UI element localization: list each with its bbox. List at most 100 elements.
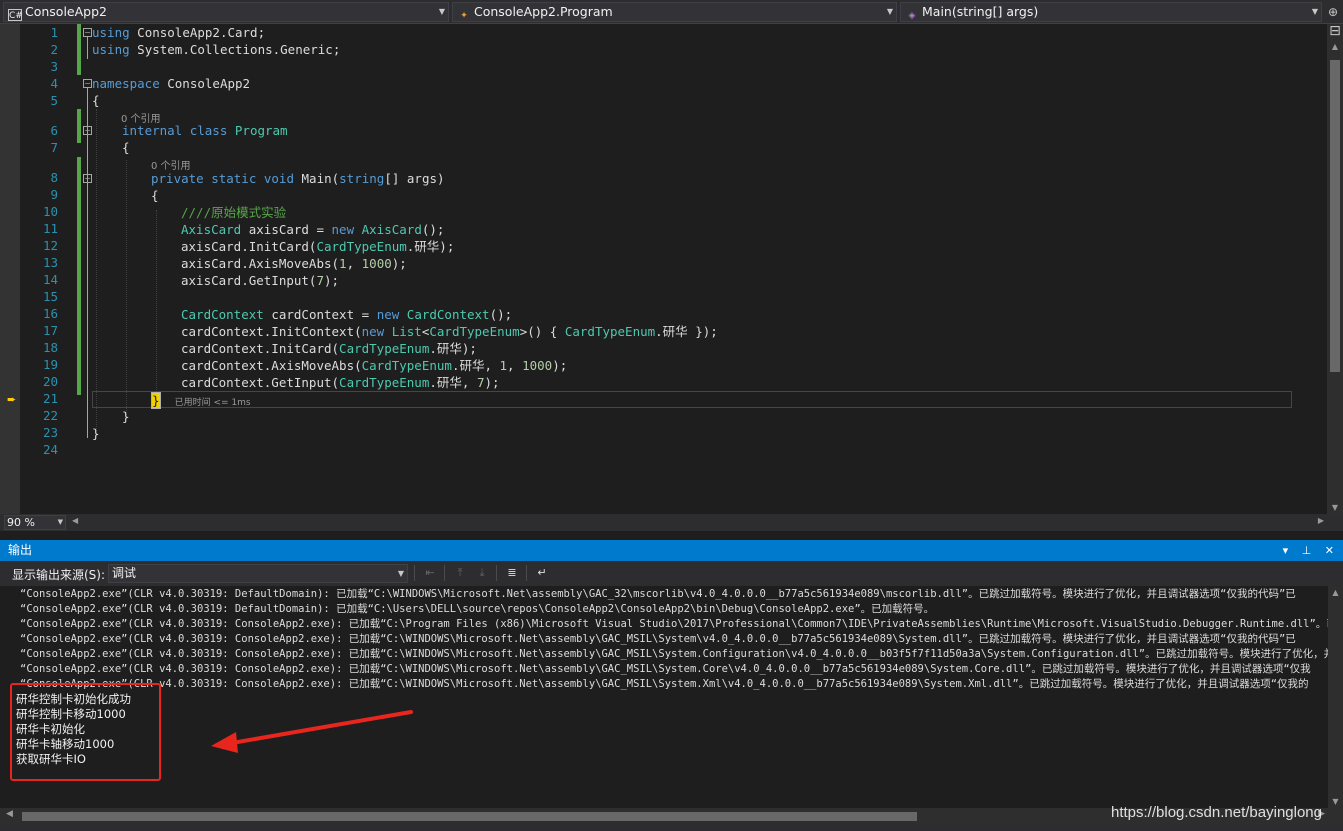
output-lines: “ConsoleApp2.exe”(CLR v4.0.30319: Defaul… [16, 587, 1328, 767]
output-toolbar: 显示输出来源(S): 调试 ▼ ⇤ ⤒ ⤓ ≣ ↵ [0, 561, 1343, 586]
code-line-18: cardContext.InitCard(CardTypeEnum.研华); [181, 341, 477, 356]
scroll-down-icon[interactable]: ▼ [1328, 797, 1343, 806]
code-line-7: { [122, 140, 130, 155]
output-pane-title: 输出 ▾ ⊥ ✕ [0, 540, 1343, 561]
line-number: 6 [50, 123, 58, 138]
output-log-line: “ConsoleApp2.exe”(CLR v4.0.30319: Defaul… [20, 588, 1296, 600]
collapse-toggle-icon[interactable]: − [83, 79, 92, 88]
code-line-11: AxisCard axisCard = new AxisCard(); [181, 222, 445, 237]
line-number: 13 [42, 255, 58, 270]
next-message-icon[interactable]: ⤓ [474, 566, 490, 580]
output-log-line: “ConsoleApp2.exe”(CLR v4.0.30319: Consol… [20, 663, 1311, 675]
code-line-1: using ConsoleApp2.Card; [92, 25, 266, 40]
outline-line [87, 88, 88, 438]
word-wrap-icon[interactable]: ↵ [534, 566, 550, 580]
scroll-down-icon[interactable]: ▼ [1327, 503, 1343, 512]
line-number: 2 [50, 42, 58, 57]
zoom-select[interactable]: 90 % ▼ [4, 515, 66, 530]
code-line-23: } [92, 426, 100, 441]
output-title-label: 输出 [8, 543, 33, 557]
current-statement-arrow-icon: ➨ [7, 393, 17, 406]
clear-all-icon[interactable]: ≣ [504, 566, 520, 580]
line-number: 7 [50, 140, 58, 155]
zoom-bar: 90 % ▼ ◀ ▶ [0, 514, 1343, 531]
outline-line [87, 37, 88, 59]
code-text[interactable]: using ConsoleApp2.Card; using System.Col… [92, 24, 1292, 441]
program-output-line: 研华卡轴移动1000 [16, 737, 115, 751]
output-source-value: 调试 [112, 566, 137, 580]
code-line-8: private static void Main(string[] args) [151, 171, 445, 186]
code-line-10: ////原始模式实验 [181, 205, 287, 220]
watermark-text: https://blog.csdn.net/bayinglong [1111, 804, 1322, 821]
line-number: 24 [42, 442, 58, 457]
output-log-line: “ConsoleApp2.exe”(CLR v4.0.30319: Consol… [20, 633, 1296, 645]
line-number: 18 [42, 340, 58, 355]
output-log-line: “ConsoleApp2.exe”(CLR v4.0.30319: Consol… [20, 678, 1309, 690]
program-output-line: 研华卡初始化 [16, 722, 85, 736]
output-source-select[interactable]: 调试 ▼ [108, 564, 408, 583]
line-number: 22 [42, 408, 58, 423]
perf-tip[interactable]: 已用时间 <= 1ms [175, 398, 251, 408]
class-dropdown-label: ConsoleApp2.Program [474, 4, 613, 19]
line-number: 16 [42, 306, 58, 321]
code-line-22: } [122, 409, 130, 424]
chevron-down-icon: ▼ [57, 518, 63, 526]
find-message-in-code-icon[interactable]: ⇤ [422, 566, 438, 580]
pane-window-buttons[interactable]: ▾ ⊥ ✕ [1283, 540, 1339, 561]
zoom-value: 90 % [7, 516, 35, 529]
code-line-12: axisCard.InitCard(CardTypeEnum.研华); [181, 239, 455, 254]
change-bar [77, 157, 81, 395]
line-number: 15 [42, 289, 58, 304]
code-line-21-current: } 已用时间 <= 1ms [92, 391, 1292, 409]
code-editor[interactable]: ➨ 1 2 3 4 5 6 7 8 9 10 11 12 13 14 15 16 17 18 19 20 21 22 23 2… [0, 24, 1327, 514]
code-line-16: CardContext cardContext = new CardContex… [181, 307, 513, 322]
line-number: 1 [50, 25, 58, 40]
method-icon: ◈ [908, 11, 916, 21]
chevron-down-icon: ▼ [1311, 7, 1318, 16]
code-line-13: axisCard.AxisMoveAbs(1, 1000); [181, 256, 407, 271]
indicator-margin [0, 24, 20, 514]
line-number: 19 [42, 357, 58, 372]
code-line-19: cardContext.AxisMoveAbs(CardTypeEnum.研华,… [181, 358, 568, 373]
code-line-5: { [92, 93, 100, 108]
collapse-toggle-icon[interactable]: − [83, 28, 92, 37]
line-number: 9 [50, 187, 58, 202]
scrollbar-thumb[interactable] [22, 812, 917, 821]
line-number: 12 [42, 238, 58, 253]
class-icon: ✦ [460, 11, 468, 21]
code-line-14: axisCard.GetInput(7); [181, 273, 340, 288]
class-dropdown[interactable]: ✦ ConsoleApp2.Program ▼ [452, 2, 897, 22]
scroll-right-icon[interactable]: ▶ [1318, 516, 1324, 525]
split-window-icon[interactable]: ⊟ [1327, 24, 1343, 38]
editor-vertical-scrollbar[interactable]: ⊟ ▲ ▼ [1327, 24, 1343, 514]
project-dropdown-label: ConsoleApp2 [25, 4, 107, 19]
navigation-bar: C# ConsoleApp2 ▼ ✦ ConsoleApp2.Program ▼ ◈… [0, 0, 1343, 24]
scroll-up-icon[interactable]: ▲ [1328, 588, 1343, 597]
program-output-line: 研华控制卡初始化成功 [16, 692, 131, 706]
chevron-down-icon: ▼ [886, 7, 893, 16]
code-line-17: cardContext.InitContext(new List<CardTyp… [181, 324, 718, 339]
line-number: 10 [42, 204, 58, 219]
output-text-area[interactable]: “ConsoleApp2.exe”(CLR v4.0.30319: Defaul… [6, 586, 1328, 808]
line-number: 23 [42, 425, 58, 440]
scroll-left-icon[interactable]: ◀ [6, 809, 13, 819]
code-line-6: internal class Program [122, 123, 288, 138]
output-log-line: “ConsoleApp2.exe”(CLR v4.0.30319: Defaul… [20, 603, 935, 615]
scroll-left-icon[interactable]: ◀ [72, 516, 78, 525]
scrollbar-thumb[interactable] [1330, 60, 1340, 372]
output-vertical-scrollbar[interactable]: ▲ ▼ [1328, 586, 1343, 808]
line-number: 4 [50, 76, 58, 91]
project-dropdown[interactable]: C# ConsoleApp2 ▼ [3, 2, 449, 22]
highlight-box-annotation [10, 683, 161, 781]
member-dropdown[interactable]: ◈ Main(string[] args) ▼ [900, 2, 1322, 22]
output-source-label: 显示输出来源(S): [12, 568, 106, 582]
add-split-icon[interactable]: ⊕ [1323, 2, 1343, 22]
scroll-up-icon[interactable]: ▲ [1327, 42, 1343, 51]
line-number-margin: 1 2 3 4 5 6 7 8 9 10 11 12 13 14 15 16 17 18 19 20 21 22 23 24 [20, 24, 60, 458]
status-strip [0, 825, 1343, 831]
toolbar-separator [444, 565, 445, 581]
change-bar [77, 109, 81, 143]
previous-message-icon[interactable]: ⤒ [452, 566, 468, 580]
code-line-9: { [151, 188, 159, 203]
editor-horizontal-scrollbar[interactable]: ◀ ▶ [70, 516, 1326, 528]
